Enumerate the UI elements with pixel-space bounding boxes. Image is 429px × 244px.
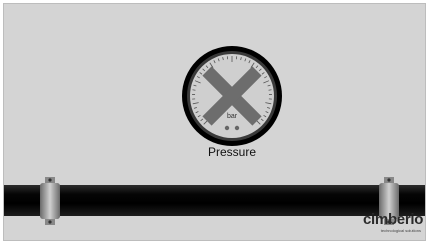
- pressure-gauge[interactable]: bar: [180, 44, 284, 148]
- brand-name: cimberio: [363, 211, 424, 228]
- gauge-title: Pressure: [207, 145, 257, 159]
- brand-logo: cimberio technological solutions: [363, 211, 424, 238]
- pressure-gauge-dial: bar: [182, 46, 282, 146]
- simulation-canvas: bar Pressure cimberio technological solu…: [3, 3, 426, 241]
- left-clamp: [37, 177, 63, 225]
- gauge-unit-label: bar: [227, 113, 238, 120]
- brand-tagline: technological solutions: [380, 228, 421, 233]
